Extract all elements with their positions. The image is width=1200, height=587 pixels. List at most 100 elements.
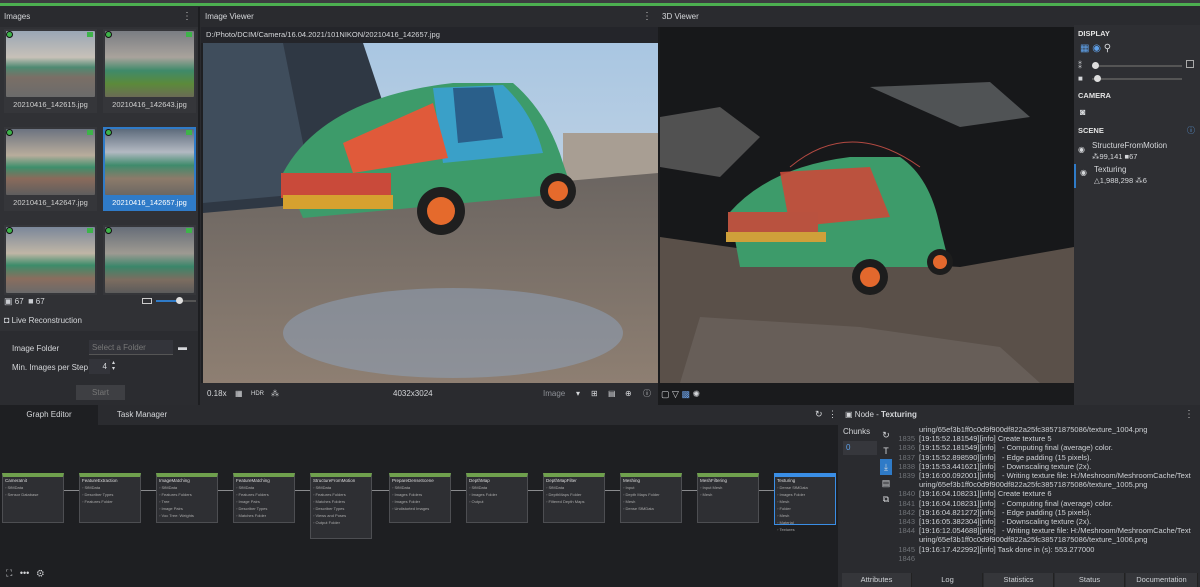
open-external-icon[interactable]: ⧉	[880, 491, 892, 507]
light-slider[interactable]	[1092, 62, 1182, 69]
eye-icon[interactable]: ◉	[1078, 145, 1085, 154]
graph-node-port[interactable]: ◦ Views and Poses	[311, 512, 371, 519]
clipboard-icon[interactable]: ▤	[880, 475, 892, 491]
image-folder-input[interactable]: Select a Folder	[89, 340, 173, 355]
image-thumbnail[interactable]: 20210416_142643.jpg	[103, 29, 196, 113]
graph-node-port[interactable]: ◦ Features Folders	[311, 491, 371, 498]
images-menu-icon[interactable]: ⋮	[182, 7, 192, 27]
graph-node-port[interactable]: ◦ Depth Maps Folder	[621, 491, 681, 498]
live-reconstruction-header[interactable]: ◘ Live Reconstruction	[4, 315, 82, 325]
info-icon[interactable]: ⓘ	[1187, 125, 1195, 136]
chevron-down-icon[interactable]: ▾	[576, 383, 580, 405]
refresh-icon[interactable]: ↻	[815, 409, 823, 420]
graph-node[interactable]: StructureFromMotion ◦ SfMData ◦ Features F…	[310, 473, 372, 539]
graph-node-port[interactable]: ◦ Folder	[775, 505, 835, 512]
graph-node-port[interactable]: ◦ Features Folders	[157, 491, 217, 498]
camera-scale-slider[interactable]	[1092, 75, 1182, 82]
folder-icon[interactable]: ▬	[178, 342, 187, 352]
graph-node-port[interactable]: ◦ Images Folder	[467, 491, 527, 498]
tab-graph-editor[interactable]: Graph Editor	[0, 405, 98, 425]
color-picker-icon[interactable]: ⁂	[271, 383, 279, 405]
checkbox[interactable]	[1186, 60, 1194, 68]
graph-node-port[interactable]: ◦ Input	[621, 484, 681, 491]
tab-status[interactable]: Status	[1055, 573, 1125, 587]
thumbnail-size-slider[interactable]	[156, 297, 196, 304]
graph-node-port[interactable]: ◦ Images Folders	[390, 491, 450, 498]
more-icon[interactable]: •••	[20, 568, 29, 578]
image-thumbnail-selected[interactable]: 20210416_142657.jpg	[103, 127, 196, 211]
graph-node-port[interactable]: ◦ Tree	[157, 498, 217, 505]
graph-node-port[interactable]: ◦ Mesh	[775, 498, 835, 505]
graph-node-port[interactable]: ◦ DepthMaps Folder	[544, 491, 604, 498]
image-thumbnail[interactable]	[4, 225, 97, 295]
graph-node-port[interactable]: ◦ Undistorted Images	[390, 505, 450, 512]
hdr-toggle[interactable]: HDR	[251, 383, 264, 405]
graph-node[interactable]: Texturing ◦ Dense SfMData ◦ Images Folder ◦…	[774, 473, 836, 532]
graph-node-port[interactable]: ◦ Textures	[775, 526, 835, 533]
target-icon[interactable]: ◉	[1092, 43, 1101, 54]
graph-node-port[interactable]: ◦ Output Folder	[311, 519, 371, 526]
frustum-icon[interactable]: ▽	[672, 389, 679, 399]
text-icon[interactable]: T	[880, 443, 892, 459]
globe-icon[interactable]: ⊕	[625, 383, 632, 405]
metadata-icon[interactable]: ⊞	[591, 383, 598, 405]
graph-node-port[interactable]: ◦ Sensor Database	[3, 491, 63, 498]
image-thumbnail[interactable]: 20210416_142647.jpg	[4, 127, 97, 211]
chunk-item[interactable]: 0	[843, 441, 877, 455]
graph-node[interactable]: CameraInit ◦ SfMData ◦ Sensor Database	[2, 473, 64, 523]
graph-node-port[interactable]: ◦ Mesh	[775, 512, 835, 519]
graph-node-port[interactable]: ◦ Images Folder	[390, 498, 450, 505]
histogram-icon[interactable]: ▤	[608, 383, 616, 405]
gizmo-icon[interactable]: ⚲	[1104, 43, 1111, 54]
graph-node[interactable]: ImageMatching ◦ SfMData ◦ Features Folders…	[156, 473, 218, 523]
graph-node-port[interactable]: ◦ Features Folders	[234, 491, 294, 498]
graph-node-port[interactable]: ◦ SfMData	[390, 484, 450, 491]
graph-node-port[interactable]: ◦ SfMData	[544, 484, 604, 491]
graph-node-port[interactable]: ◦ SfMData	[311, 484, 371, 491]
graph-node-port[interactable]: ◦ Voc Tree: Weights	[157, 512, 217, 519]
viewer-menu-icon[interactable]: ⋮	[642, 7, 652, 27]
tab-documentation[interactable]: Documentation	[1126, 573, 1198, 587]
graph-node[interactable]: Meshing ◦ Input ◦ Depth Maps Folder ◦ Mesh ◦…	[620, 473, 682, 523]
graph-node-port[interactable]: ◦ Features Folder	[80, 498, 140, 505]
eye-icon[interactable]: ◉	[1080, 168, 1087, 177]
camera-view-icon[interactable]: ◙	[1080, 107, 1085, 117]
start-button[interactable]: Start	[76, 385, 125, 400]
graph-node-port[interactable]: ◦ SfMData	[234, 484, 294, 491]
tab-statistics[interactable]: Statistics	[984, 573, 1054, 587]
graph-node-port[interactable]: ◦ Describer Types	[311, 505, 371, 512]
graph-node-port[interactable]: ◦ SfMData	[157, 484, 217, 491]
main-image[interactable]	[203, 43, 658, 383]
image-thumbnail[interactable]: 20210416_142615.jpg	[4, 29, 97, 113]
tab-attributes[interactable]: Attributes	[842, 573, 912, 587]
settings-icon[interactable]: ✺	[693, 389, 701, 399]
graph-node-port[interactable]: ◦ Dense SfMData	[621, 505, 681, 512]
log-view[interactable]: uring/65ef3b1ff0c0d9f900df822a25fc385718…	[897, 425, 1197, 572]
graph-node-port[interactable]: ◦ Describer Types	[234, 505, 294, 512]
graph-node-port[interactable]: ◦ Matches Folder	[234, 512, 294, 519]
node-menu-icon[interactable]: ⋮	[1184, 405, 1194, 425]
graph-node[interactable]: DepthMap ◦ SfMData ◦ Images Folder ◦ Output	[466, 473, 528, 523]
grid-icon[interactable]: ▦	[1080, 43, 1089, 54]
autoscroll-icon[interactable]: ⤓	[880, 459, 892, 475]
spin-arrows-icon[interactable]: ▴ ▾	[112, 360, 115, 372]
graph-node-port[interactable]: ◦ Images Folder	[775, 491, 835, 498]
graph-node-port[interactable]: ◦ Mesh	[698, 491, 758, 498]
graph-node-port[interactable]: ◦ Image Pairs	[157, 505, 217, 512]
graph-node-port[interactable]: ◦ Output	[467, 498, 527, 505]
3d-scene-canvas[interactable]	[660, 27, 1074, 383]
graph-node-port[interactable]: ◦ Describer Types	[80, 491, 140, 498]
grid-icon[interactable]: ▦	[235, 383, 243, 405]
graph-node-port[interactable]: ◦ Filtered Depth Maps	[544, 498, 604, 505]
graph-node[interactable]: FeatureMatching ◦ SfMData ◦ Features Folde…	[233, 473, 295, 523]
graph-node-port[interactable]: ◦ Material	[775, 519, 835, 526]
graph-node-port[interactable]: ◦ SfMData	[467, 484, 527, 491]
image-thumbnail[interactable]	[103, 225, 196, 295]
graph-node[interactable]: DepthMapFilter ◦ SfMData ◦ DepthMaps Folde…	[543, 473, 605, 523]
graph-node-port[interactable]: ◦ Mesh	[621, 498, 681, 505]
graph-node-port[interactable]: ◦ Image Pairs	[234, 498, 294, 505]
bounding-box-icon[interactable]: ▢	[661, 389, 670, 399]
tab-task-manager[interactable]: Task Manager	[98, 405, 186, 425]
min-images-input[interactable]: 4	[89, 359, 110, 374]
graph-node[interactable]: FeatureExtraction ◦ SfMData ◦ Describer Ty…	[79, 473, 141, 523]
